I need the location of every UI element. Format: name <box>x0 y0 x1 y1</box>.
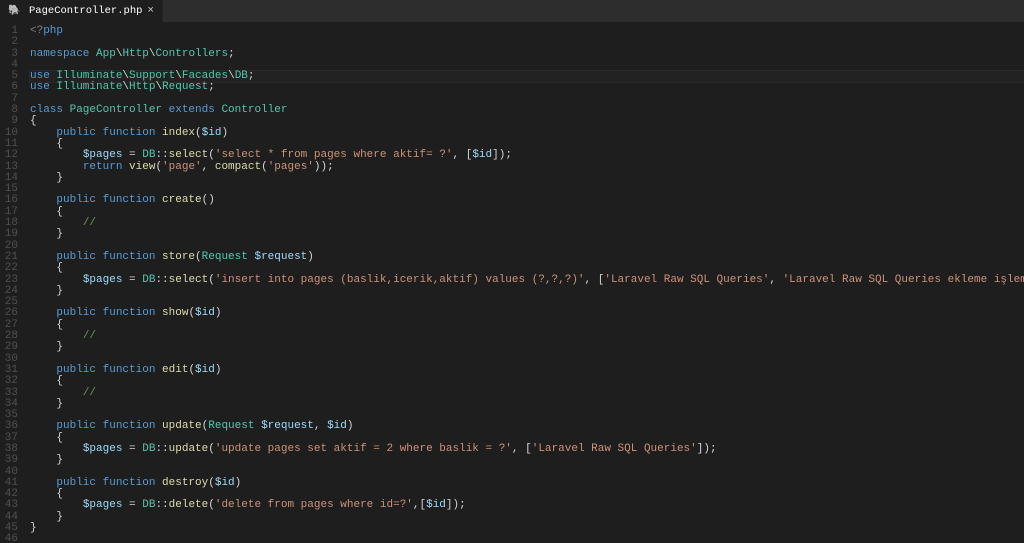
code-line[interactable]: use Illuminate\Http\Request; <box>30 82 1024 93</box>
code-line[interactable]: } <box>30 286 1024 297</box>
php-icon: 🐘 <box>8 5 20 17</box>
tab-pagecontroller[interactable]: 🐘 PageController.php × <box>0 0 163 22</box>
code-line[interactable]: public function destroy($id) <box>30 478 1024 489</box>
line-gutter: 1234567891011121314151617181920212223242… <box>0 26 30 543</box>
code-line[interactable]: public function show($id) <box>30 308 1024 319</box>
line-number: 36 <box>0 421 18 432</box>
line-number: 39 <box>0 455 18 466</box>
editor-pane: 🐘 PageController.php × 12345678910111213… <box>0 0 1024 543</box>
code-line[interactable]: public function edit($id) <box>30 365 1024 376</box>
line-number: 22 <box>0 263 18 274</box>
code-line[interactable]: // <box>30 331 1024 342</box>
code-line[interactable]: } <box>30 399 1024 410</box>
line-number: 9 <box>0 116 18 127</box>
tab-title: PageController.php <box>29 5 142 17</box>
code-line[interactable]: } <box>30 523 1024 534</box>
code-line[interactable]: class PageController extends Controller <box>30 105 1024 116</box>
line-number: 32 <box>0 376 18 387</box>
code-line[interactable]: $pages = DB::update('update pages set ak… <box>30 444 1024 455</box>
code-editor[interactable]: 1234567891011121314151617181920212223242… <box>0 22 1024 543</box>
code-line[interactable]: } <box>30 173 1024 184</box>
line-number: 2 <box>0 37 18 48</box>
code-line[interactable]: { <box>30 207 1024 218</box>
code-line[interactable]: { <box>30 320 1024 331</box>
code-line[interactable]: // <box>30 218 1024 229</box>
code-line[interactable]: public function index($id) <box>30 128 1024 139</box>
code-line[interactable]: } <box>30 229 1024 240</box>
code-area[interactable]: <?php namespace App\Http\Controllers; us… <box>30 26 1024 543</box>
code-line[interactable]: $pages = DB::select('insert into pages (… <box>30 275 1024 286</box>
line-number: 29 <box>0 342 18 353</box>
editor-tabs: 🐘 PageController.php × <box>0 0 1024 22</box>
code-line[interactable]: return view('page', compact('pages')); <box>30 162 1024 173</box>
code-line[interactable]: // <box>30 388 1024 399</box>
close-icon[interactable]: × <box>147 5 154 17</box>
code-line[interactable] <box>30 534 1024 543</box>
line-number: 12 <box>0 150 18 161</box>
code-line[interactable]: } <box>30 342 1024 353</box>
code-line[interactable]: public function create() <box>30 195 1024 206</box>
code-line[interactable]: { <box>30 376 1024 387</box>
code-line[interactable]: $pages = DB::delete('delete from pages w… <box>30 500 1024 511</box>
code-line[interactable]: namespace App\Http\Controllers; <box>30 49 1024 60</box>
line-number: 46 <box>0 534 18 543</box>
code-line[interactable]: } <box>30 455 1024 466</box>
code-line[interactable]: <?php <box>30 26 1024 37</box>
code-line[interactable]: public function update(Request $request,… <box>30 421 1024 432</box>
code-line[interactable]: public function store(Request $request) <box>30 252 1024 263</box>
code-line[interactable]: } <box>30 512 1024 523</box>
line-number: 19 <box>0 229 18 240</box>
